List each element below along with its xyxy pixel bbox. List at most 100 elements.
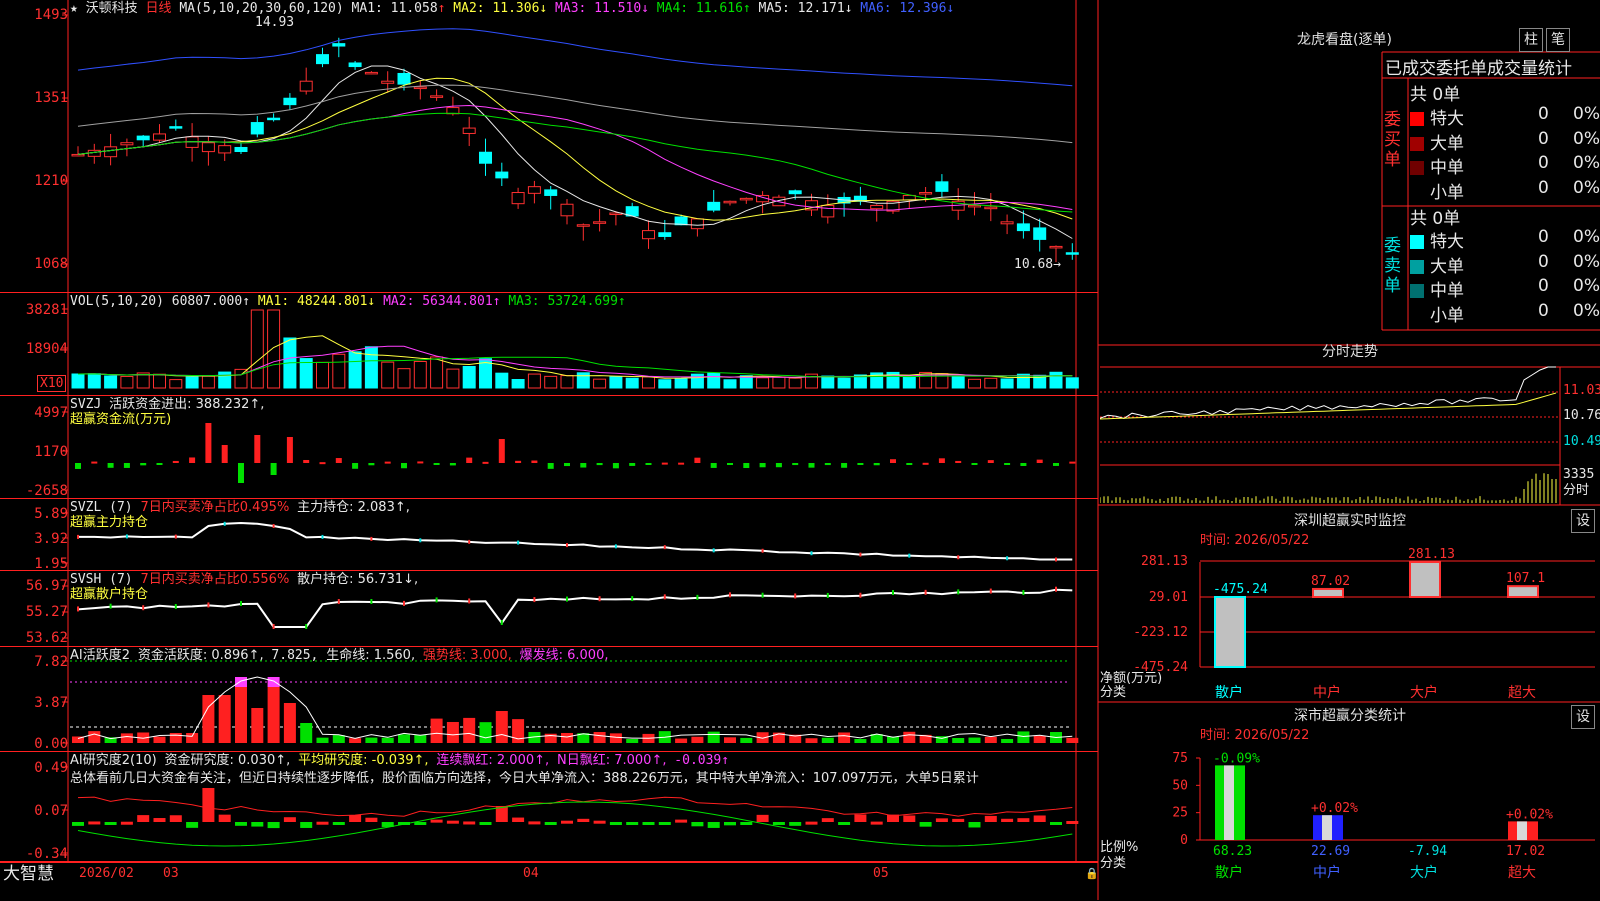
svzj-pane[interactable]: 4997 1170 -2658 SVZJ 活跃资金进出: 388.232↑, 超… xyxy=(0,396,1098,499)
volume-bar xyxy=(576,372,590,389)
monitor-bar xyxy=(1214,595,1246,668)
ai-research-pane[interactable]: 0.49 0.07 -0.34 AI研究度2(10) 资金研究度: 0.030↑… xyxy=(0,752,1098,862)
tick-mode-button[interactable]: 笔 xyxy=(1546,28,1570,52)
candle-body xyxy=(511,192,525,205)
order-count: 0 xyxy=(1538,300,1549,321)
volume-bar xyxy=(169,379,183,389)
retail-mark xyxy=(566,596,568,602)
svzl-pane[interactable]: 5.89 3.92 1.95 SVZL (7) 7日内买卖净占比0.495% 主… xyxy=(0,499,1098,572)
kline-chart[interactable] xyxy=(0,0,1098,293)
order-count: 0 xyxy=(1538,153,1549,173)
monitor-category-label: 超大 xyxy=(1508,685,1536,701)
research-bar xyxy=(430,819,443,823)
air-axis-label: 0.49 xyxy=(34,760,68,776)
research-bar xyxy=(984,815,997,822)
flow-bar xyxy=(564,463,570,467)
retail-mark xyxy=(631,596,634,602)
research-bar xyxy=(772,822,785,825)
ai-research-chart[interactable] xyxy=(0,752,1098,862)
retail-mark xyxy=(435,597,438,603)
order-size-label: 特大 xyxy=(1430,232,1464,252)
retail-mark xyxy=(272,624,275,629)
classify-bottom-label: 22.69 xyxy=(1311,844,1350,859)
monitor-value-label: 107.1 xyxy=(1506,571,1545,586)
research-bar xyxy=(332,822,345,825)
retail-mark xyxy=(174,603,177,609)
low-price-label: 10.68→ xyxy=(1014,257,1061,272)
flow-bar xyxy=(417,461,424,464)
candle-body xyxy=(430,95,444,98)
holding-mark xyxy=(712,548,715,553)
star-icon[interactable]: ★ xyxy=(70,1,78,16)
research-red-line xyxy=(77,796,1073,817)
activity-bar xyxy=(952,738,965,743)
order-percent: 0% xyxy=(1573,177,1600,198)
classify-axis-label: 50 xyxy=(1172,778,1188,793)
vol-value: 60807.000↑ xyxy=(171,294,251,309)
fenshi-chart[interactable] xyxy=(1100,345,1600,505)
retail-mark xyxy=(305,624,308,629)
flow-bar xyxy=(515,460,522,463)
color-swatch-icon xyxy=(1410,186,1424,200)
ai-activity-pane[interactable]: 7.82 3.87 0.00 AI活跃度2 资金活跃度: 0.896↑, 7.8… xyxy=(0,647,1098,752)
kline-pane[interactable]: 1493 1351 1210 1068 ★ 沃顿科技 日线 MA(5,10,20… xyxy=(0,0,1098,293)
research-bar xyxy=(218,814,231,822)
volume-bar xyxy=(153,373,166,389)
research-bar xyxy=(463,821,476,825)
flow-bar xyxy=(1020,463,1027,466)
svzl-label: SVZL (7) xyxy=(70,500,133,515)
volume-pane[interactable]: 38281 18904 X10 VOL(5,10,20) 60807.000↑ … xyxy=(0,293,1098,396)
vol-axis-label: 18904 xyxy=(25,341,68,357)
volume-bar xyxy=(674,378,688,389)
research-bar xyxy=(316,821,329,825)
air-b: 平均研究度: -0.039↑, xyxy=(298,753,429,768)
candle-body xyxy=(267,117,281,121)
lock-icon[interactable]: 🔒 xyxy=(1085,866,1099,881)
svsh-pane[interactable]: 56.97 55.27 53.62 SVSH (7) 7日内买卖净占比0.556… xyxy=(0,571,1098,647)
holding-mark xyxy=(223,521,226,526)
retail-mark xyxy=(337,599,340,605)
volume-bar xyxy=(234,368,248,389)
flow-bar xyxy=(955,460,962,463)
vol-axis-label: 38281 xyxy=(25,302,68,318)
candle-body xyxy=(495,171,509,179)
classify-ylabel: 比例% xyxy=(1100,840,1139,855)
ai2-d: 强势线: 3.000, xyxy=(422,648,512,663)
order-size-label: 中单 xyxy=(1430,158,1464,178)
research-bar xyxy=(919,822,932,827)
bar-mode-button[interactable]: 柱 xyxy=(1519,28,1543,52)
buy-row-1: 大单 xyxy=(1410,129,1464,154)
research-bar xyxy=(251,822,264,827)
ma6-value: MA6: 12.396↓ xyxy=(860,1,955,16)
flow-bar xyxy=(857,463,864,465)
flow-bar xyxy=(303,459,310,463)
activity-bar xyxy=(169,732,182,743)
volume-bar xyxy=(1065,377,1079,389)
fenshi-panel[interactable]: 分时走势 11.03 10.76 10.49 3335 分时 xyxy=(1100,345,1600,505)
volume-bar xyxy=(560,375,574,389)
monitor-value-label: -475.24 xyxy=(1213,582,1268,597)
classify-top-label: -0.09% xyxy=(1213,751,1260,766)
flow-bar xyxy=(922,462,929,465)
holding-mark xyxy=(614,544,617,549)
date-label: 04 xyxy=(523,866,539,881)
candle-body xyxy=(316,54,329,65)
candle-body xyxy=(642,230,655,240)
svzl-axis-label: 3.92 xyxy=(34,531,68,547)
flow-bar xyxy=(1053,463,1059,466)
monitor-axis-label: -223.12 xyxy=(1133,625,1188,640)
period-label[interactable]: 日线 xyxy=(146,1,172,16)
flow-bar xyxy=(123,463,130,468)
date-axis: 大智慧 2026/02 03 04 05 🔒 xyxy=(0,862,1099,901)
flow-bar xyxy=(91,461,98,464)
app-logo: 大智慧 xyxy=(3,864,54,884)
color-swatch-icon xyxy=(1410,259,1424,274)
activity-bar xyxy=(1033,735,1046,743)
research-bar xyxy=(104,822,117,825)
holding-mark xyxy=(1006,556,1009,561)
holding-mark xyxy=(370,536,373,541)
flow-bar xyxy=(270,463,277,475)
volume-bar xyxy=(364,346,378,389)
activity-bar xyxy=(1066,737,1079,743)
flow-bar xyxy=(710,463,717,468)
